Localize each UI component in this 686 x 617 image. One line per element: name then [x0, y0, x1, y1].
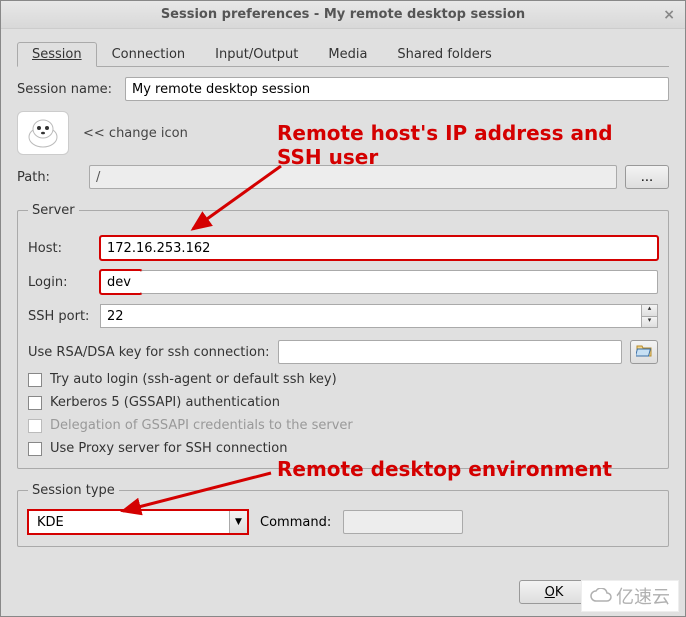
try-auto-checkbox[interactable]	[28, 373, 42, 387]
login-input[interactable]	[100, 270, 142, 294]
ok-button[interactable]: OK	[519, 580, 589, 604]
server-legend: Server	[28, 203, 79, 218]
session-type-combo[interactable]: KDE ▼	[28, 510, 248, 534]
use-key-label: Use RSA/DSA key for ssh connection:	[28, 345, 270, 360]
ssh-port-label: SSH port:	[28, 309, 100, 324]
tab-shared-folders[interactable]: Shared folders	[382, 42, 506, 67]
tab-input-output[interactable]: Input/Output	[200, 42, 313, 67]
session-icon[interactable]	[17, 111, 69, 155]
tab-connection[interactable]: Connection	[97, 42, 201, 67]
host-label: Host:	[28, 241, 100, 256]
path-input	[89, 165, 617, 189]
dialog-window: Session preferences - My remote desktop …	[0, 0, 686, 617]
session-type-value: KDE	[29, 515, 229, 530]
login-input-rest[interactable]	[141, 270, 658, 294]
try-auto-label: Try auto login (ssh-agent or default ssh…	[50, 372, 337, 387]
seal-icon	[25, 115, 61, 151]
session-type-legend: Session type	[28, 483, 119, 498]
chevron-down-icon[interactable]: ▼	[229, 511, 247, 533]
delegation-label: Delegation of GSSAPI credentials to the …	[50, 418, 353, 433]
ssh-port-input[interactable]	[101, 305, 641, 327]
command-label: Command:	[260, 515, 331, 530]
path-label: Path:	[17, 170, 89, 185]
window-title: Session preferences - My remote desktop …	[161, 7, 525, 22]
proxy-label: Use Proxy server for SSH connection	[50, 441, 288, 456]
change-icon-link[interactable]: << change icon	[83, 126, 188, 141]
tab-session[interactable]: Session	[17, 42, 97, 67]
session-type-fieldset: Session type KDE ▼ Command:	[17, 483, 669, 547]
tab-bar: Session Connection Input/Output Media Sh…	[17, 41, 669, 67]
kerberos-checkbox[interactable]	[28, 396, 42, 410]
watermark: 亿速云	[581, 580, 679, 612]
close-icon[interactable]: ×	[663, 1, 675, 29]
ssh-port-spinner[interactable]: ▴▾	[641, 305, 657, 327]
session-name-input[interactable]	[125, 77, 669, 101]
login-label: Login:	[28, 275, 100, 290]
use-key-input[interactable]	[278, 340, 622, 364]
server-fieldset: Server Host: Login: SSH port: ▴▾ Use RSA…	[17, 203, 669, 469]
session-name-label: Session name:	[17, 82, 125, 97]
use-key-browse-button[interactable]	[630, 340, 658, 364]
titlebar: Session preferences - My remote desktop …	[1, 1, 685, 29]
command-input	[343, 510, 463, 534]
path-browse-button[interactable]: ...	[625, 165, 669, 189]
cloud-icon	[590, 588, 612, 604]
proxy-checkbox[interactable]	[28, 442, 42, 456]
delegation-checkbox	[28, 419, 42, 433]
kerberos-label: Kerberos 5 (GSSAPI) authentication	[50, 395, 280, 410]
tab-media[interactable]: Media	[313, 42, 382, 67]
folder-open-icon	[636, 343, 652, 357]
host-input[interactable]	[100, 236, 658, 260]
